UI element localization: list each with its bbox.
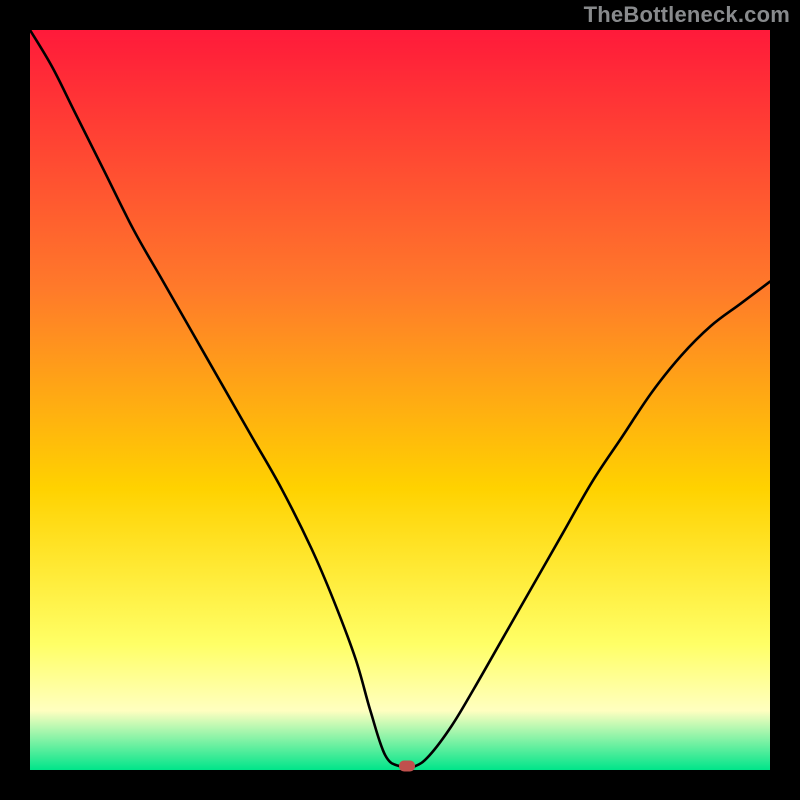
optimal-marker	[399, 761, 415, 772]
bottleneck-chart	[30, 30, 770, 770]
watermark-label: TheBottleneck.com	[584, 2, 790, 28]
gradient-background	[30, 30, 770, 770]
chart-frame: TheBottleneck.com	[0, 0, 800, 800]
plot-area	[30, 30, 770, 770]
